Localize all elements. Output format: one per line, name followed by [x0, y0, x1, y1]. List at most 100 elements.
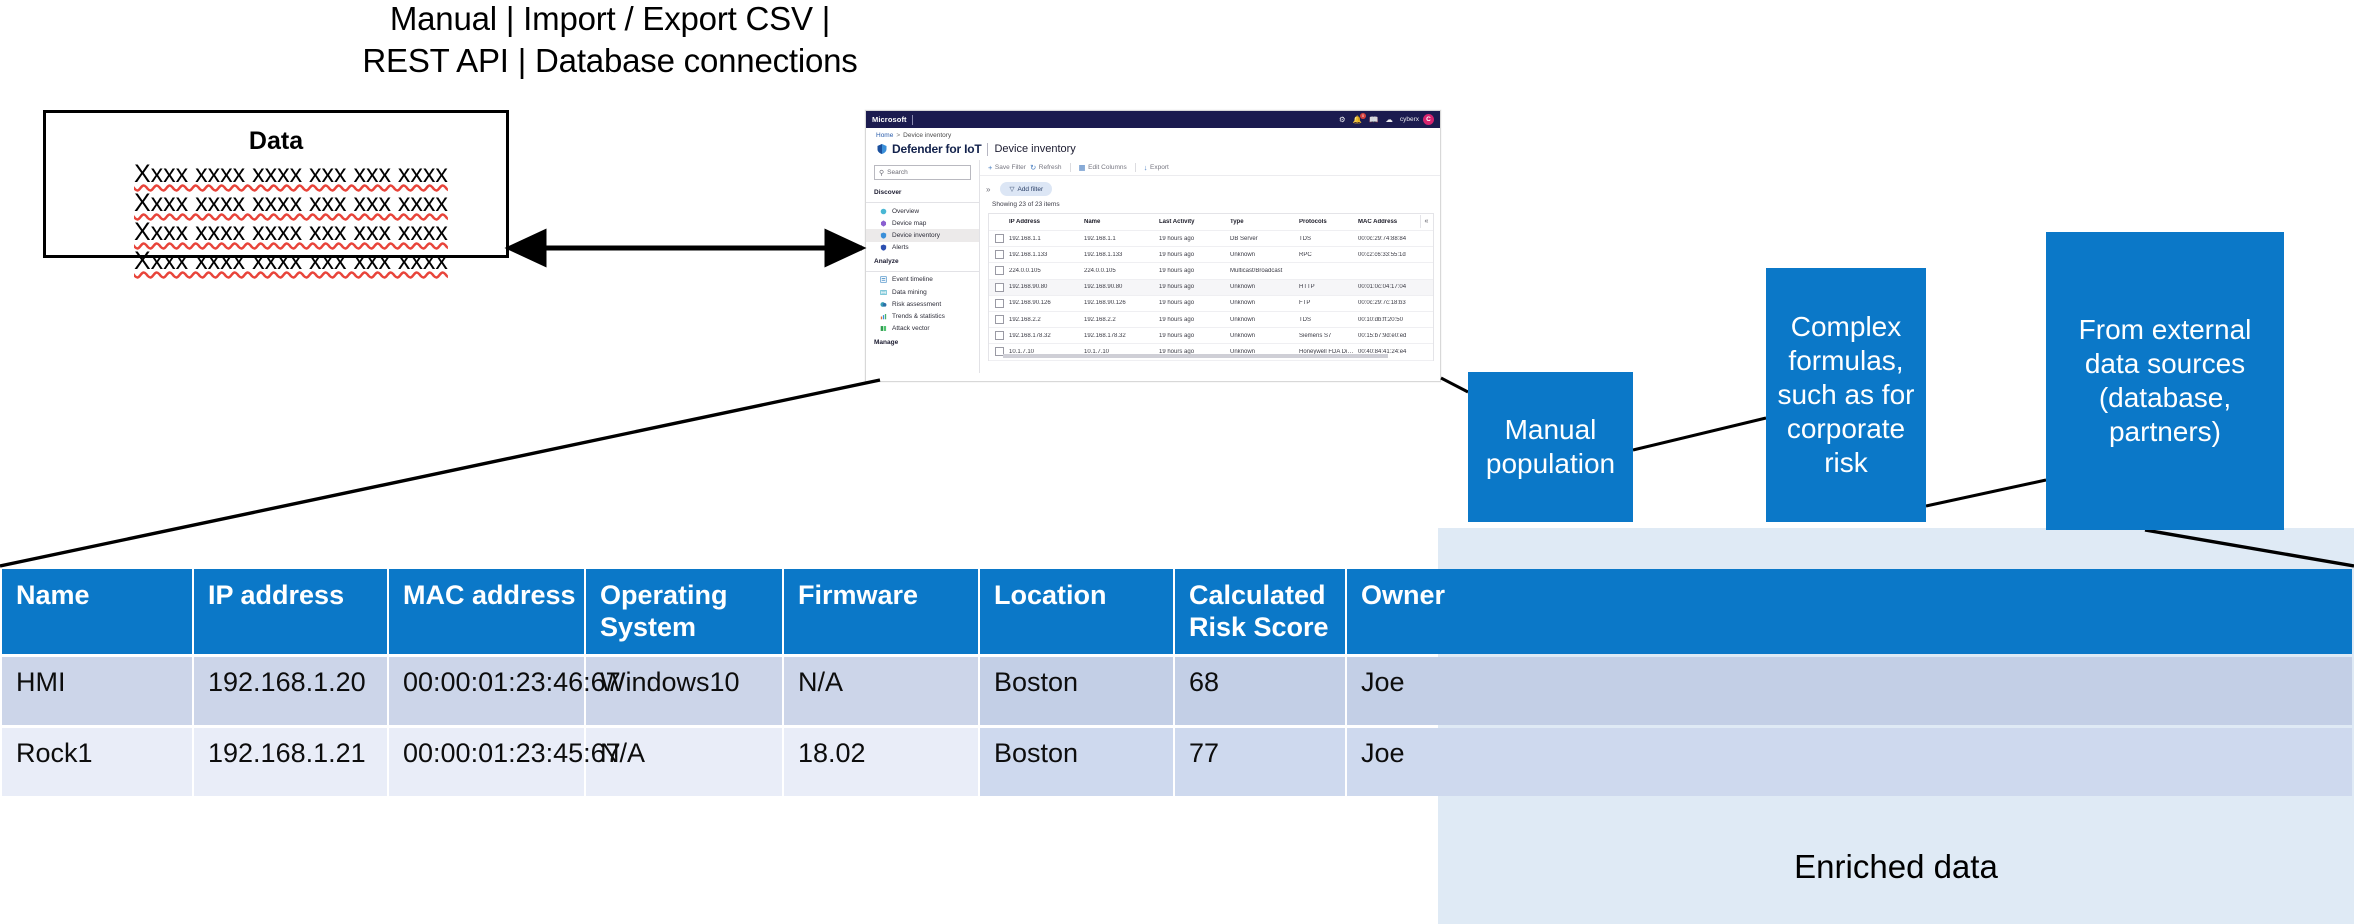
- cell-protocols: RPC: [1299, 251, 1312, 258]
- grid-row[interactable]: 224.0.0.105 224.0.0.105 19 hours ago Mul…: [989, 263, 1433, 280]
- col-owner: Owner: [1347, 569, 2352, 654]
- grid-col-last-activity[interactable]: Last Activity: [1159, 219, 1230, 225]
- data-box-row-text: Xxxx xxxx xxxx xxx xxx xxxx: [134, 218, 448, 246]
- breadcrumb-current: Device inventory: [903, 132, 952, 139]
- grid-row[interactable]: 192.168.1.1 192.168.1.1 19 hours ago DB …: [989, 231, 1433, 248]
- sidebar-item-device-map[interactable]: Device map: [866, 217, 979, 229]
- sidebar-divider: [866, 270, 979, 272]
- row-checkbox[interactable]: [989, 315, 1009, 325]
- cell-ip-address: 192.168.1.20: [194, 656, 387, 725]
- cell-name: 224.0.0.105: [1084, 267, 1116, 274]
- result-count: Showing 23 of 23 items: [992, 201, 1060, 208]
- save-filter-button[interactable]: + Save Filter: [988, 163, 1026, 172]
- cell-owner: Joe: [1347, 727, 2352, 796]
- attack-vector-icon: [880, 326, 887, 332]
- cell-operating-system: N/A: [586, 727, 782, 796]
- data-mining-icon: [880, 289, 887, 295]
- sidebar-item-event-timeline[interactable]: Event timeline: [866, 274, 979, 286]
- sidebar-item-alerts[interactable]: Alerts: [866, 242, 979, 254]
- row-checkbox[interactable]: [989, 234, 1009, 244]
- cell-name: 192.168.90.80: [1084, 284, 1123, 291]
- sidebar: ⚲ Search Discover Overview Device map De…: [866, 160, 980, 373]
- cell-last-activity: 19 hours ago: [1159, 267, 1195, 274]
- row-checkbox[interactable]: [989, 250, 1009, 260]
- sidebar-item-label: Risk assessment: [892, 300, 942, 308]
- cloud-icon[interactable]: ☁: [1385, 116, 1393, 124]
- cell-operating-system: Windows10: [586, 656, 782, 725]
- export-button[interactable]: ↓ Export: [1144, 163, 1169, 172]
- search-placeholder: Search: [887, 169, 908, 176]
- cell-ip-address: 192.168.1.21: [194, 727, 387, 796]
- grid-row[interactable]: 192.168.1.133 192.168.1.133 19 hours ago…: [989, 247, 1433, 264]
- cell-last-activity: 19 hours ago: [1159, 316, 1195, 323]
- grid-col-type[interactable]: Type: [1230, 219, 1299, 225]
- row-checkbox[interactable]: [989, 266, 1009, 276]
- sidebar-divider: [866, 202, 979, 203]
- trends-statistics-icon: [880, 313, 887, 320]
- filter-icon: ▽: [1009, 186, 1015, 193]
- data-box-row: Xxxx xxxx xxxx xxx xxx xxxx: [134, 218, 506, 247]
- add-filter-label: Add filter: [1017, 185, 1044, 193]
- callout-external-data-sources: From external data sources (database, pa…: [2046, 232, 2284, 530]
- sidebar-item-attack-vector[interactable]: Attack vector: [866, 323, 979, 335]
- data-box-row-text: Xxxx xxxx xxxx xxx xxx xxxx: [134, 189, 448, 217]
- cell-type: Unknown: [1230, 300, 1256, 307]
- cell-ip-address: 192.168.1.133: [1009, 251, 1048, 258]
- col-name: Name: [2, 569, 192, 654]
- cell-name: 192.168.2.2: [1084, 316, 1116, 323]
- cell-mac-address: 00:c2:c6:33:55:1d: [1358, 251, 1406, 258]
- cell-ip-address: 192.168.2.2: [1009, 316, 1041, 323]
- product-name: Defender for IoT: [892, 142, 982, 156]
- breadcrumb-home[interactable]: Home: [876, 132, 893, 139]
- cell-last-activity: 19 hours ago: [1159, 332, 1195, 339]
- connector-inventory-to-manual-population: [1440, 376, 1469, 394]
- table-row[interactable]: HMI 192.168.1.20 00:00:01:23:46:67 Windo…: [2, 656, 2352, 725]
- search-input[interactable]: ⚲ Search: [874, 165, 971, 180]
- grid-row[interactable]: 192.168.2.2 192.168.2.2 19 hours ago Unk…: [989, 312, 1433, 329]
- cell-type: Unknown: [1230, 251, 1256, 258]
- grid-row[interactable]: 192.168.90.126 192.168.90.126 19 hours a…: [989, 296, 1433, 312]
- sidebar-item-overview[interactable]: Overview: [866, 205, 979, 217]
- grid-col-ip-address[interactable]: IP Address: [1009, 219, 1084, 225]
- sidebar-item-trends-statistics[interactable]: Trends & statistics: [866, 310, 979, 322]
- row-checkbox[interactable]: [989, 298, 1009, 308]
- grid-col-name[interactable]: Name: [1084, 219, 1159, 225]
- grid-col-protocols[interactable]: Protocols: [1299, 219, 1358, 225]
- grid-row[interactable]: 10.1.7.10 10.1.7.10 19 hours ago Unknown…: [989, 344, 1433, 361]
- cell-mac-address: 00:10:db:ff:20:50: [1358, 316, 1403, 323]
- connector-inventory-to-table-left: [0, 378, 881, 568]
- horizontal-scrollbar[interactable]: [1003, 353, 1388, 358]
- grid-row[interactable]: 192.168.178.32 192.168.178.32 19 hours a…: [989, 328, 1433, 345]
- sidebar-item-device-inventory[interactable]: Device inventory: [866, 229, 979, 242]
- data-box-row-text: Xxxx xxxx xxxx xxx xxx xxxx: [134, 247, 448, 275]
- chevron-right-icon[interactable]: »: [986, 185, 990, 194]
- table-row[interactable]: Rock1 192.168.1.21 00:00:01:23:45:67 N/A…: [2, 727, 2352, 796]
- edit-columns-button[interactable]: ▦ Edit Columns: [1079, 163, 1127, 172]
- gear-icon[interactable]: ⚙: [1339, 116, 1346, 124]
- row-checkbox[interactable]: [989, 331, 1009, 341]
- cell-name: 192.168.90.126: [1084, 300, 1126, 307]
- data-box-title: Data: [248, 127, 304, 155]
- cell-last-activity: 19 hours ago: [1159, 235, 1195, 242]
- cell-name: HMI: [2, 656, 192, 725]
- avatar[interactable]: C: [1423, 114, 1434, 125]
- add-filter-chip[interactable]: ▽ Add filter: [1000, 182, 1053, 196]
- row-checkbox[interactable]: [989, 282, 1009, 292]
- bell-icon[interactable]: 🔔 0: [1353, 112, 1366, 124]
- cell-risk-score: 68: [1175, 656, 1345, 725]
- download-icon: ↓: [1143, 163, 1148, 172]
- sidebar-item-label: Event timeline: [892, 276, 933, 284]
- cell-firmware: 18.02: [784, 727, 978, 796]
- grid-row[interactable]: 192.168.90.80 192.168.90.80 19 hours ago…: [989, 279, 1433, 296]
- sidebar-item-risk-assessment[interactable]: Risk assessment: [866, 298, 979, 310]
- sidebar-item-data-mining[interactable]: Data mining: [866, 286, 979, 298]
- refresh-button[interactable]: ↻ Refresh: [1030, 163, 1062, 172]
- book-icon[interactable]: 📖: [1369, 116, 1378, 124]
- plus-icon: +: [988, 163, 993, 172]
- cell-location: Boston: [980, 727, 1173, 796]
- alerts-shield-icon: [880, 244, 887, 251]
- callout-complex-formulas: Complex formulas, such as for corporate …: [1766, 268, 1926, 522]
- collapse-panel-icon[interactable]: «: [1420, 215, 1432, 228]
- refresh-icon: ↻: [1029, 163, 1037, 172]
- brand-divider: [911, 114, 913, 125]
